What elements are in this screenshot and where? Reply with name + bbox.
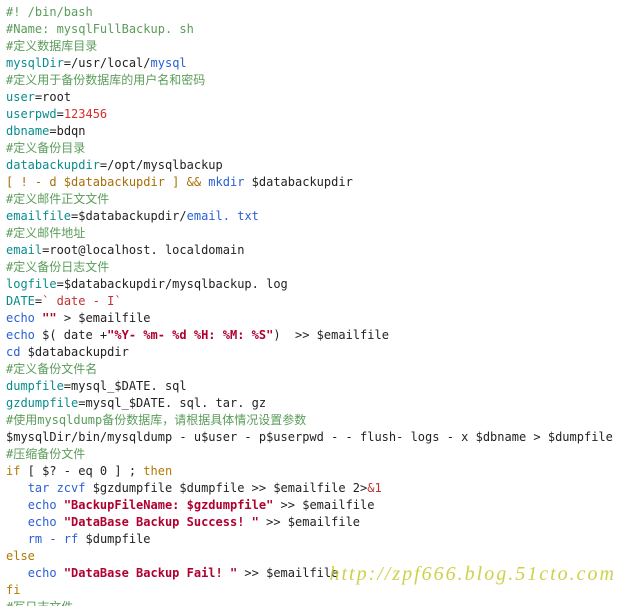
mkdir-cmd: mkdir	[208, 175, 244, 189]
comment-writelog: #写日志文件	[6, 600, 73, 606]
bash-script: #! /bin/bash #Name: mysqlFullBackup. sh …	[0, 0, 632, 606]
var-dumpfile-key: dumpfile	[6, 379, 64, 393]
comment-backupnames: #定义备份文件名	[6, 362, 97, 376]
if-keyword: if	[6, 464, 20, 478]
echo-blank-cmd: echo	[6, 311, 35, 325]
cd-cmd: cd	[6, 345, 20, 359]
var-backupdir-val: /opt/mysqlbackup	[107, 158, 223, 172]
comment-emailaddr: #定义邮件地址	[6, 226, 85, 240]
var-logfile-val: $databackupdir/mysqlbackup. log	[64, 277, 288, 291]
var-user-key: user	[6, 90, 35, 104]
var-emailfile-tail: email. txt	[187, 209, 259, 223]
cd-arg: $databackupdir	[20, 345, 128, 359]
comment-mysqldump: #使用mysqldump备份数据库，请根据具体情况设置参数	[6, 413, 306, 427]
tar-cmd: tar zcvf	[28, 481, 86, 495]
comment-db-dir: #定义数据库目录	[6, 39, 97, 53]
var-date-val: ` date - I`	[42, 294, 121, 308]
var-gzdumpfile-key: gzdumpfile	[6, 396, 78, 410]
var-userpwd-key: userpwd	[6, 107, 57, 121]
echo-date-mid: $( date +	[35, 328, 107, 342]
echo3-rest: >> $emailfile	[237, 566, 338, 580]
then-keyword: then	[143, 464, 172, 478]
comment-compress: #压缩备份文件	[6, 447, 85, 461]
fi-keyword: fi	[6, 583, 20, 597]
shebang: #! /bin/bash	[6, 5, 93, 19]
echo1-str: "BackupFileName: $gzdumpfile"	[64, 498, 274, 512]
rm-cmd: rm - rf	[28, 532, 79, 546]
var-gzdumpfile-val: mysql_$DATE. sql. tar. gz	[85, 396, 266, 410]
if-test: [ $? - eq 0 ] ;	[20, 464, 143, 478]
var-dbname-key: dbname	[6, 124, 49, 138]
var-emailfile-key: emailfile	[6, 209, 71, 223]
var-emailfile-val: $databackupdir/	[78, 209, 186, 223]
var-userpwd-val: 123456	[64, 107, 107, 121]
name-comment: #Name: mysqlFullBackup. sh	[6, 22, 194, 36]
comment-logfile: #定义备份日志文件	[6, 260, 109, 274]
echo-blank-str: ""	[42, 311, 56, 325]
echo-blank-rest: > $emailfile	[57, 311, 151, 325]
var-dumpfile-val: mysql_$DATE. sql	[71, 379, 187, 393]
var-logfile-key: logfile	[6, 277, 57, 291]
rm-arg: $dumpfile	[78, 532, 150, 546]
echo3-cmd: echo	[28, 566, 64, 580]
tar-args: $gzdumpfile $dumpfile >> $emailfile 2>	[85, 481, 367, 495]
tar-redir: &1	[367, 481, 381, 495]
mkdir-test: [ ! - d $databackupdir ] &&	[6, 175, 208, 189]
var-email-key: email	[6, 243, 42, 257]
comment-userpwd: #定义用于备份数据库的用户名和密码	[6, 73, 205, 87]
var-date-key: DATE	[6, 294, 35, 308]
var-user-val: root	[42, 90, 71, 104]
echo-date-cmd: echo	[6, 328, 35, 342]
echo2-cmd: echo	[28, 515, 64, 529]
echo-date-fmt: "%Y- %m- %d %H: %M: %S"	[107, 328, 273, 342]
var-mysqlDir-tail: mysql	[151, 56, 187, 70]
mysqldump-line: $mysqlDir/bin/mysqldump - u$user - p$use…	[6, 430, 613, 444]
else-keyword: else	[6, 549, 35, 563]
echo1-rest: >> $emailfile	[273, 498, 374, 512]
comment-backupdir: #定义备份目录	[6, 141, 85, 155]
mkdir-arg: $databackupdir	[244, 175, 352, 189]
var-mysqlDir-val: /usr/local/	[71, 56, 150, 70]
echo2-str: "DataBase Backup Success! "	[64, 515, 259, 529]
var-mysqlDir-key: mysqlDir	[6, 56, 64, 70]
var-email-val: root@localhost. localdomain	[49, 243, 244, 257]
echo1-cmd: echo	[28, 498, 64, 512]
echo-date-rest: ) >> $emailfile	[273, 328, 389, 342]
echo3-str: "DataBase Backup Fail! "	[64, 566, 237, 580]
comment-emailfile: #定义邮件正文文件	[6, 192, 109, 206]
var-dbname-val: bdqn	[57, 124, 86, 138]
var-backupdir-key: databackupdir	[6, 158, 100, 172]
echo2-rest: >> $emailfile	[259, 515, 360, 529]
